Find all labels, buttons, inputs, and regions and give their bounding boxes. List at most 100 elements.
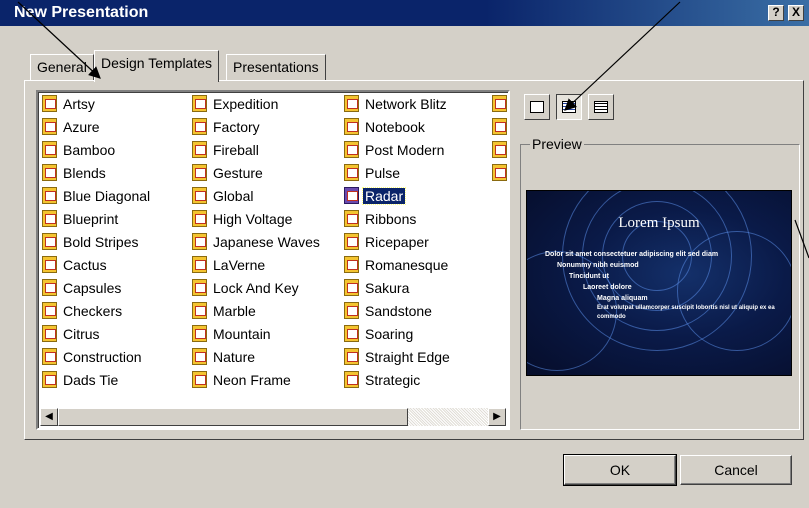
help-button[interactable]: ? [768,5,784,21]
large-icons-view-button[interactable] [524,94,550,120]
template-item-label: Post Modern [365,142,445,158]
template-item[interactable]: High Voltage [192,209,294,229]
template-file-icon [42,325,57,342]
template-item[interactable]: Expedition [192,94,280,114]
template-file-icon [492,118,507,135]
list-view-icon [562,101,576,113]
template-item[interactable]: Factory [192,117,262,137]
template-item[interactable]: Lock And Key [192,278,301,298]
template-file-icon [42,279,57,296]
template-item[interactable]: Blueprint [42,209,120,229]
template-file-icon [42,302,57,319]
template-item-label: Strategic [365,372,421,388]
close-button[interactable]: X [788,5,804,21]
template-item[interactable]: Global [192,186,255,206]
template-item[interactable]: Azure [42,117,102,137]
template-item[interactable]: Blends [42,163,108,183]
scroll-thumb[interactable] [58,408,408,426]
template-item[interactable]: Blue Diagonal [42,186,152,206]
template-item-label: Azure [63,119,100,135]
template-item[interactable]: Cactus [42,255,109,275]
template-item-label: Nature [213,349,256,365]
template-file-icon [192,325,207,342]
cancel-button[interactable]: Cancel [680,455,792,485]
template-item-label: Pulse [365,165,401,181]
list-item-partial[interactable] [492,117,511,137]
template-item-label: Soaring [365,326,414,342]
template-file-icon [344,325,359,342]
template-item-label: Romanesque [365,257,449,273]
template-item-label: High Voltage [213,211,293,227]
list-item-partial[interactable] [492,94,511,114]
ok-button[interactable]: OK [563,454,677,486]
details-view-icon [594,101,608,113]
template-file-icon [492,141,507,158]
template-item[interactable]: Citrus [42,324,102,344]
slide-bullet: Laoreet dolore [583,284,632,291]
template-item[interactable]: Fireball [192,140,261,160]
slide-body: Dolor sit amet consectetuer adipiscing e… [539,249,779,322]
tab-design-templates[interactable]: Design Templates [94,50,220,82]
template-item[interactable]: Network Blitz [344,94,449,114]
template-file-icon [344,233,359,250]
preview-slide: Lorem Ipsum Dolor sit amet consectetuer … [526,190,792,376]
template-item[interactable]: Bold Stripes [42,232,140,252]
template-item[interactable]: Sandstone [344,301,434,321]
template-item[interactable]: Straight Edge [344,347,452,367]
preview-label: Preview [530,136,584,152]
template-item-label: Blue Diagonal [63,188,151,204]
template-item[interactable]: Nature [192,347,257,367]
template-item-label: Global [213,188,254,204]
scroll-right-button[interactable]: ▶ [488,408,506,426]
template-list[interactable]: Artsy Azure Bamboo Blends Blue Diagonal Bluep… [36,90,510,430]
template-file-icon [192,233,207,250]
template-file-icon [42,164,57,181]
template-item[interactable]: Capsules [42,278,123,298]
horizontal-scrollbar[interactable]: ◀ ▶ [40,408,506,426]
template-item[interactable]: Gesture [192,163,265,183]
list-item-partial[interactable] [492,163,511,183]
template-item[interactable]: Pulse [344,163,402,183]
scroll-left-button[interactable]: ◀ [40,408,58,426]
template-file-icon [344,348,359,365]
template-item-label: Sandstone [365,303,432,319]
template-file-icon [344,210,359,227]
template-item-label: LaVerne [213,257,266,273]
template-item-label: Dads Tie [63,372,119,388]
template-item[interactable]: LaVerne [192,255,267,275]
list-item-partial[interactable] [492,140,511,160]
template-item-label: Radar [361,187,407,205]
template-item[interactable]: Japanese Waves [192,232,322,252]
template-item[interactable]: Strategic [344,370,422,390]
template-item-label: Fireball [213,142,259,158]
template-item[interactable]: Artsy [42,94,97,114]
template-item[interactable]: Checkers [42,301,124,321]
template-file-icon [492,164,507,181]
template-item[interactable]: Soaring [344,324,415,344]
slide-bullet: Nonummy nibh euismod [557,262,639,269]
tab-general[interactable]: General [30,54,94,80]
details-view-button[interactable] [588,94,614,120]
template-item[interactable]: Mountain [192,324,273,344]
template-item[interactable]: Neon Frame [192,370,293,390]
template-item[interactable]: Dads Tie [42,370,120,390]
template-item[interactable]: Romanesque [344,255,450,275]
template-item[interactable]: Sakura [344,278,411,298]
template-item[interactable]: Notebook [344,117,427,137]
template-file-icon [492,95,507,112]
template-item-label: Neon Frame [213,372,291,388]
tab-presentations[interactable]: Presentations [226,54,326,80]
template-item[interactable]: Construction [42,347,144,367]
template-item[interactable]: Ricepaper [344,232,431,252]
template-item[interactable]: Ribbons [344,209,418,229]
template-item-label: Artsy [63,96,95,112]
template-item-label: Ribbons [365,211,417,227]
list-view-button[interactable] [556,94,582,120]
template-item[interactable]: Marble [192,301,258,321]
template-item[interactable]: Radar [344,186,407,206]
slide-bullet: Tincidunt ut [569,273,609,280]
template-item-label: Gesture [213,165,263,181]
template-item[interactable]: Bamboo [42,140,117,160]
template-item-label: Ricepaper [365,234,429,250]
template-item[interactable]: Post Modern [344,140,446,160]
